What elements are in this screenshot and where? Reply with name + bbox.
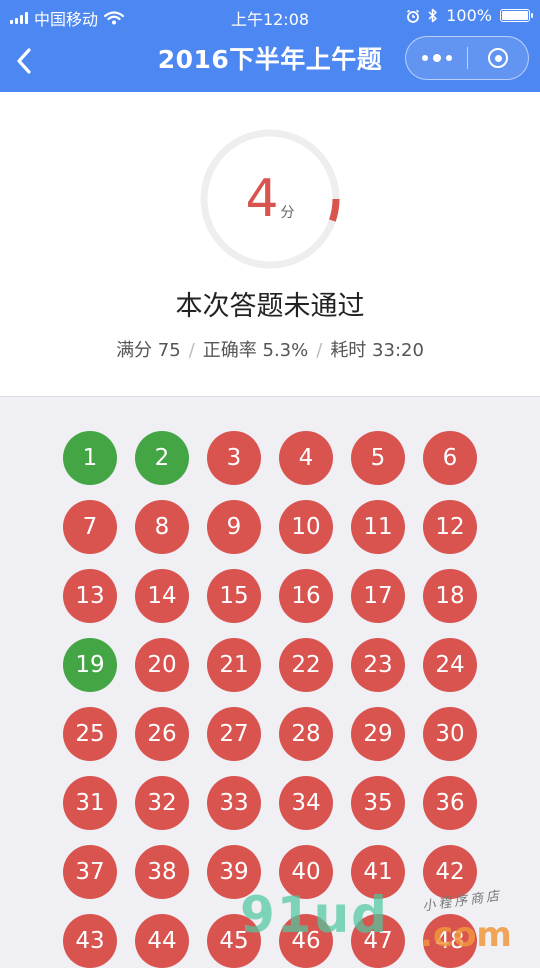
question-8-button[interactable]: 8 [135, 500, 189, 554]
battery-icon [500, 9, 533, 22]
status-right: 100% [406, 6, 533, 25]
question-19-button[interactable]: 19 [63, 638, 117, 692]
score-value: 4 [245, 169, 279, 229]
question-13-button[interactable]: 13 [63, 569, 117, 623]
question-26-button[interactable]: 26 [135, 707, 189, 761]
question-14-button[interactable]: 14 [135, 569, 189, 623]
question-4-button[interactable]: 4 [279, 431, 333, 485]
question-28-button[interactable]: 28 [279, 707, 333, 761]
status-bar: 中国移动 上午12:08 100% [0, 0, 540, 32]
battery-percent: 100% [446, 6, 492, 25]
question-24-button[interactable]: 24 [423, 638, 477, 692]
question-2-button[interactable]: 2 [135, 431, 189, 485]
question-23-button[interactable]: 23 [351, 638, 405, 692]
question-3-button[interactable]: 3 [207, 431, 261, 485]
bluetooth-icon [428, 8, 437, 23]
result-verdict: 本次答题未通过 [175, 291, 365, 322]
question-25-button[interactable]: 25 [63, 707, 117, 761]
question-15-button[interactable]: 15 [207, 569, 261, 623]
question-31-button[interactable]: 31 [63, 776, 117, 830]
question-10-button[interactable]: 10 [279, 500, 333, 554]
question-22-button[interactable]: 22 [279, 638, 333, 692]
accuracy: 正确率 5.3% [202, 340, 309, 361]
nav-bar: 2016下半年上午题 [0, 32, 540, 92]
question-41-button[interactable]: 41 [351, 845, 405, 899]
score-display: 4 分 [199, 128, 341, 270]
question-16-button[interactable]: 16 [279, 569, 333, 623]
question-33-button[interactable]: 33 [207, 776, 261, 830]
question-1-button[interactable]: 1 [63, 431, 117, 485]
result-panel: 4 分 本次答题未通过 满分 75 / 正确率 5.3% / 耗时 33:20 [0, 92, 540, 397]
question-18-button[interactable]: 18 [423, 569, 477, 623]
full-score: 满分 75 [116, 340, 181, 361]
question-9-button[interactable]: 9 [207, 500, 261, 554]
more-icon[interactable] [406, 37, 468, 79]
mini-program-capsule [405, 36, 529, 80]
question-grid: 1 2 3 4 5 6 7 8 9 10 11 12 13 14 15 16 17 18 19 20 21 22 23 24 2… [63, 431, 483, 968]
time-used: 耗时 33:20 [330, 340, 424, 361]
question-20-button[interactable]: 20 [135, 638, 189, 692]
question-42-button[interactable]: 42 [423, 845, 477, 899]
close-mini-program-button[interactable] [468, 37, 528, 79]
question-40-button[interactable]: 40 [279, 845, 333, 899]
question-12-button[interactable]: 12 [423, 500, 477, 554]
target-icon [488, 48, 508, 68]
question-17-button[interactable]: 17 [351, 569, 405, 623]
question-32-button[interactable]: 32 [135, 776, 189, 830]
question-6-button[interactable]: 6 [423, 431, 477, 485]
question-35-button[interactable]: 35 [351, 776, 405, 830]
question-37-button[interactable]: 37 [63, 845, 117, 899]
stats-separator: / [188, 340, 195, 361]
question-27-button[interactable]: 27 [207, 707, 261, 761]
question-11-button[interactable]: 11 [351, 500, 405, 554]
question-30-button[interactable]: 30 [423, 707, 477, 761]
question-39-button[interactable]: 39 [207, 845, 261, 899]
question-36-button[interactable]: 36 [423, 776, 477, 830]
question-38-button[interactable]: 38 [135, 845, 189, 899]
question-29-button[interactable]: 29 [351, 707, 405, 761]
question-5-button[interactable]: 5 [351, 431, 405, 485]
result-stats: 满分 75 / 正确率 5.3% / 耗时 33:20 [0, 336, 540, 362]
question-21-button[interactable]: 21 [207, 638, 261, 692]
alarm-icon [407, 9, 420, 23]
score-unit: 分 [280, 205, 295, 221]
question-7-button[interactable]: 7 [63, 500, 117, 554]
stats-separator: / [316, 340, 323, 361]
question-34-button[interactable]: 34 [279, 776, 333, 830]
top-bar: 中国移动 上午12:08 100% 2016下半年上午题 [0, 0, 540, 92]
